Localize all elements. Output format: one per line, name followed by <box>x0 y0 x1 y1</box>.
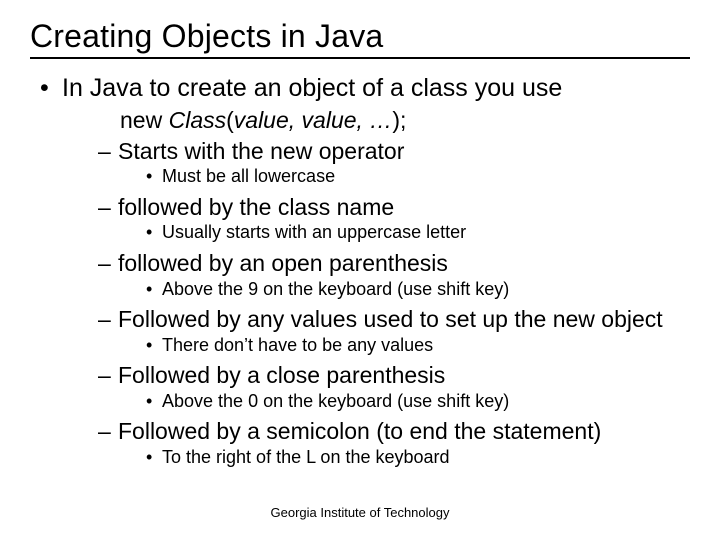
main-bullet: In Java to create an object of a class y… <box>40 73 690 469</box>
code-class-name: Class <box>169 107 227 133</box>
sub-item-text: Followed by a close parenthesis <box>118 362 445 388</box>
detail-no-values: There don’t have to be any values <box>146 334 690 357</box>
detail-key-l: To the right of the L on the keyboard <box>146 446 690 469</box>
bullet-list-level2: There don’t have to be any values <box>118 334 690 357</box>
code-close-paren: ); <box>392 107 406 133</box>
slide-footer: Georgia Institute of Technology <box>0 505 720 520</box>
detail-lowercase: Must be all lowercase <box>146 165 690 188</box>
sub-item-values: Followed by any values used to set up th… <box>98 305 690 357</box>
detail-key-9: Above the 9 on the keyboard (use shift k… <box>146 278 690 301</box>
slide-title: Creating Objects in Java <box>30 18 690 59</box>
code-expression: new Class(value, value, …); <box>120 107 690 135</box>
sub-item-text: Starts with the new operator <box>118 138 404 164</box>
sub-item-semicolon: Followed by a semicolon (to end the stat… <box>98 417 690 469</box>
sub-item-text: followed by the class name <box>118 194 394 220</box>
main-bullet-text: In Java to create an object of a class y… <box>62 74 562 102</box>
bullet-list-level2: Must be all lowercase <box>118 165 690 188</box>
sub-item-text: followed by an open parenthesis <box>118 250 448 276</box>
bullet-list-level0: In Java to create an object of a class y… <box>30 73 690 469</box>
sub-item-class-name: followed by the class name Usually start… <box>98 193 690 245</box>
bullet-list-level2: Above the 0 on the keyboard (use shift k… <box>118 390 690 413</box>
slide: Creating Objects in Java In Java to crea… <box>0 0 720 540</box>
code-arguments: value, value, … <box>234 107 393 133</box>
code-new-keyword: new <box>120 107 169 133</box>
detail-key-0: Above the 0 on the keyboard (use shift k… <box>146 390 690 413</box>
sub-item-new-operator: Starts with the new operator Must be all… <box>98 137 690 189</box>
bullet-list-level2: Above the 9 on the keyboard (use shift k… <box>118 278 690 301</box>
sub-item-text: Followed by a semicolon (to end the stat… <box>118 418 601 444</box>
detail-uppercase: Usually starts with an uppercase letter <box>146 221 690 244</box>
sub-item-text: Followed by any values used to set up th… <box>118 306 663 332</box>
bullet-list-level2: Usually starts with an uppercase letter <box>118 221 690 244</box>
sub-item-close-paren: Followed by a close parenthesis Above th… <box>98 361 690 413</box>
bullet-list-level1: Starts with the new operator Must be all… <box>62 137 690 470</box>
bullet-list-level2: To the right of the L on the keyboard <box>118 446 690 469</box>
sub-item-open-paren: followed by an open parenthesis Above th… <box>98 249 690 301</box>
code-open-paren: ( <box>226 107 234 133</box>
